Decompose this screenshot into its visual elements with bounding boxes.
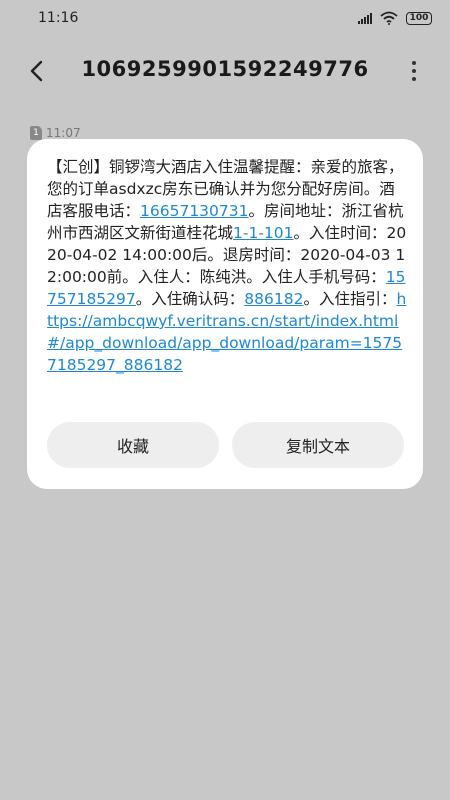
message-meta: 1 11:07 [30,126,81,140]
sim-card-icon: 1 [30,126,42,140]
more-dot-icon [412,77,416,81]
status-bar: 11:16 100 [0,0,450,36]
app-bar: 1069259901592249776 [0,44,450,96]
message-link[interactable]: 16657130731 [140,202,248,220]
message-time: 11:07 [46,126,81,140]
status-time: 11:16 [38,10,79,26]
battery-icon: 100 [406,11,432,25]
page-title: 1069259901592249776 [81,57,369,81]
favorite-button[interactable]: 收藏 [47,422,219,468]
copy-text-button[interactable]: 复制文本 [232,422,404,468]
more-dot-icon [412,61,416,65]
message-body[interactable]: 【汇创】铜锣湾大酒店入住温馨提醒：亲爱的旅客，您的订单asdxzc房东已确认并为… [47,156,407,376]
message-text: 。入住指引： [303,290,397,308]
wifi-icon [380,11,398,25]
status-icons: 100 [358,11,432,25]
more-dot-icon [412,69,416,73]
more-options-button[interactable] [400,56,428,86]
message-text: 。入住确认码： [135,290,245,308]
message-dialog: 【汇创】铜锣湾大酒店入住温馨提醒：亲爱的旅客，您的订单asdxzc房东已确认并为… [27,139,423,489]
message-link[interactable]: 1-1-101 [233,224,294,242]
message-link[interactable]: 886182 [244,290,303,308]
signal-icon [358,12,372,24]
